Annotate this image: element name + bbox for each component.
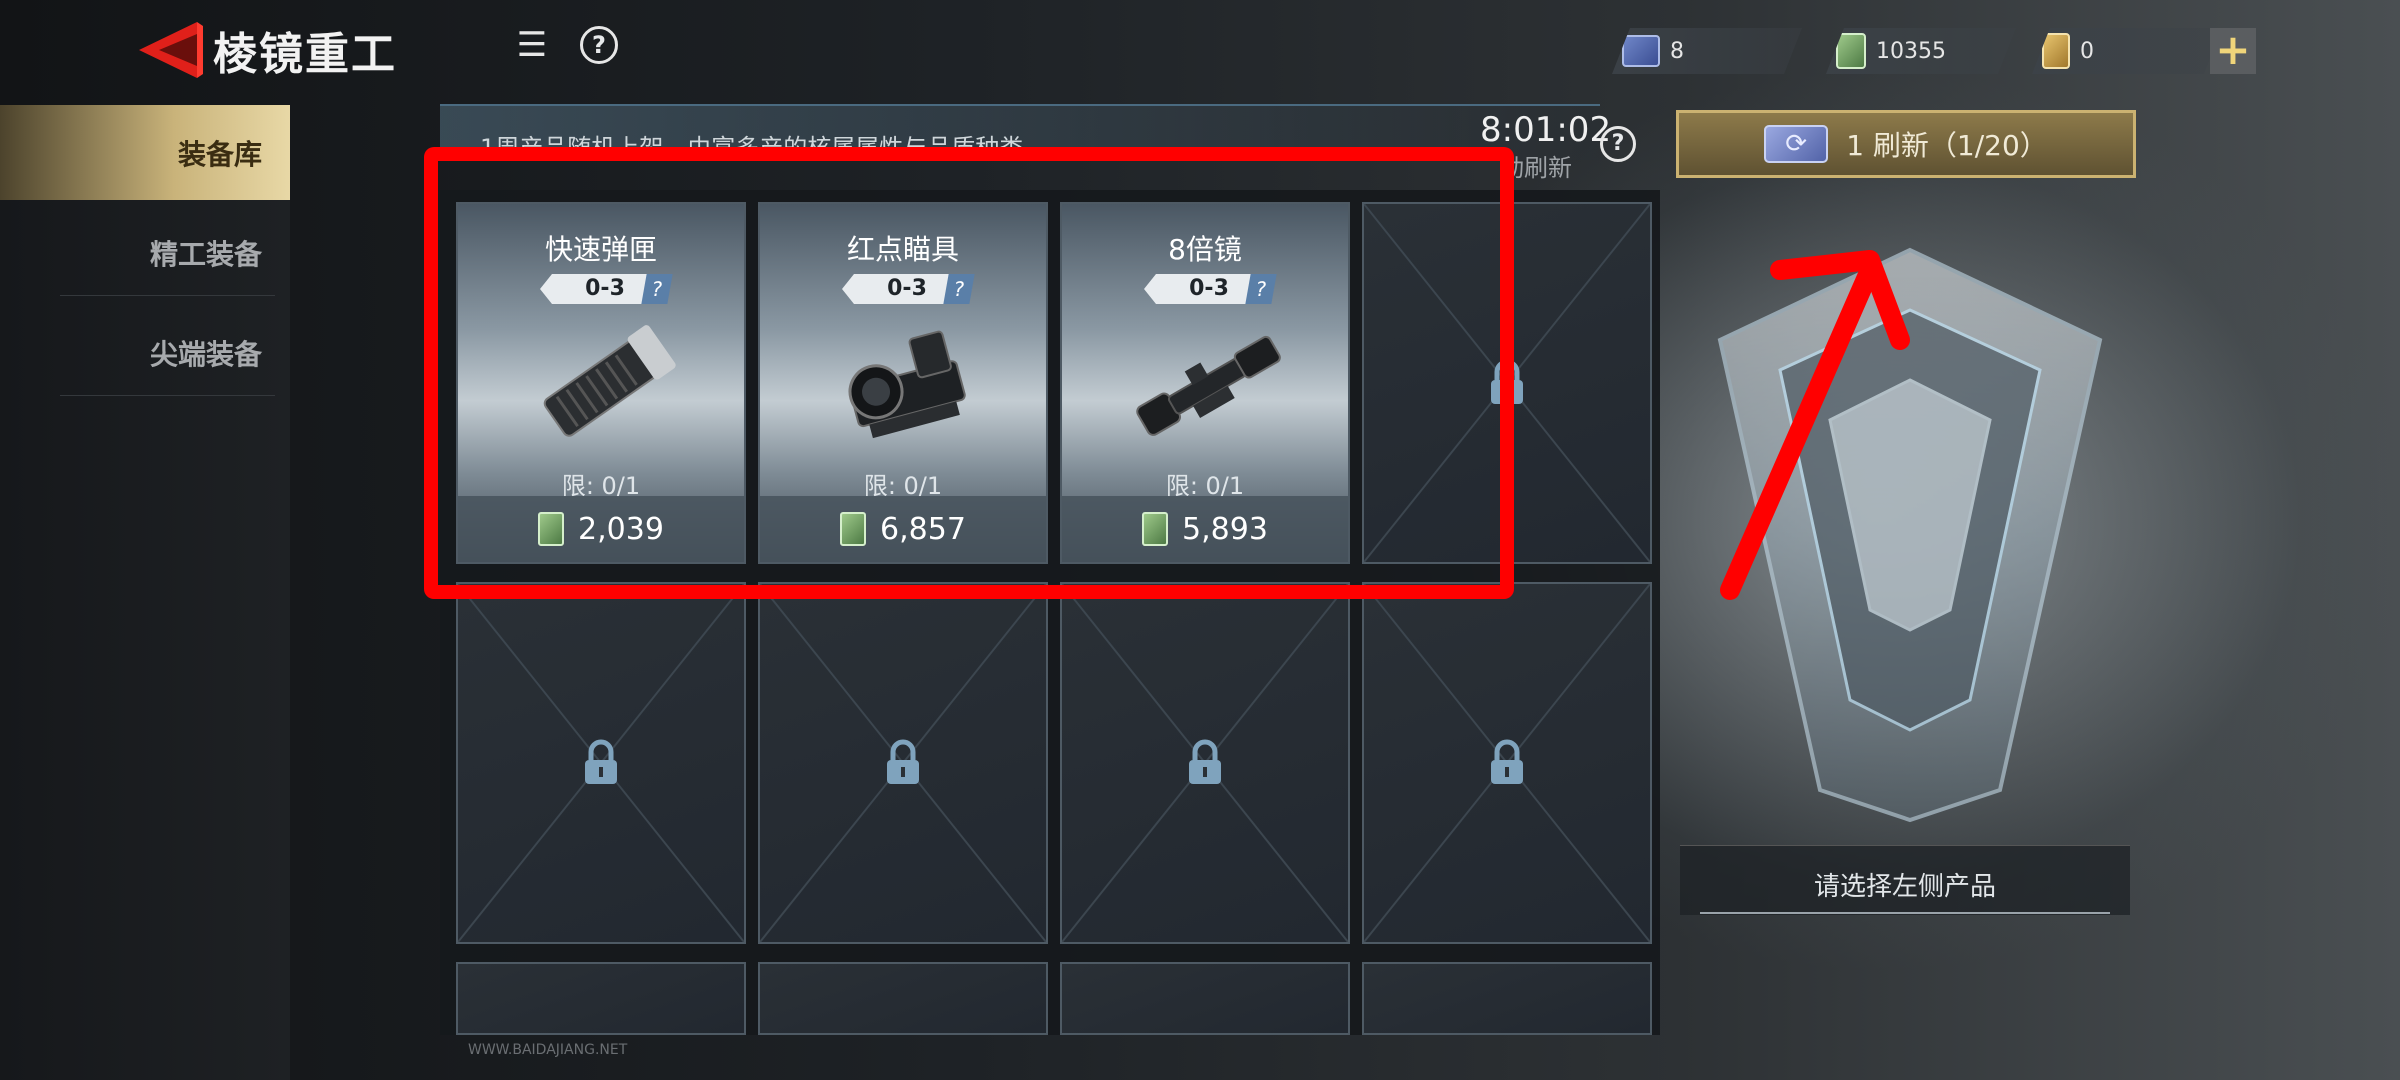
- locked-slot: [1362, 962, 1652, 1035]
- arrow-annotation-icon: [1720, 250, 1910, 600]
- locked-slot: [758, 582, 1048, 944]
- app-logo: 棱镜重工: [135, 18, 397, 82]
- app-title: 棱镜重工: [213, 29, 397, 80]
- add-currency-button[interactable]: +: [2210, 28, 2256, 74]
- prism-logo-icon: [135, 18, 205, 82]
- refresh-timer: 8:01:02: [1480, 110, 1612, 150]
- locked-slot: [1362, 582, 1652, 944]
- lock-icon: [585, 739, 617, 784]
- lock-icon: [1189, 739, 1221, 784]
- currency-cash-value: 10355: [1876, 38, 1946, 64]
- sidebar-item-armory[interactable]: 装备库: [0, 105, 290, 200]
- currency-gold-value: 0: [2080, 38, 2094, 64]
- refresh-button[interactable]: 1 刷新（1/20）: [1676, 110, 2136, 178]
- sidebar: 装备库 精工装备 尖端装备: [0, 105, 290, 1080]
- sidebar-item-label: 精工装备: [149, 237, 262, 271]
- select-product-prompt: 请选择左侧产品: [1813, 872, 1996, 902]
- watermark: WWW.BAIDAJIANG.NET: [468, 1042, 628, 1058]
- currency-ticket-value: 8: [1670, 38, 1684, 64]
- sidebar-item-advanced-gear[interactable]: 尖端装备: [0, 305, 290, 400]
- sidebar-item-label: 尖端装备: [149, 337, 262, 371]
- currency-gold: 0: [2032, 28, 2222, 74]
- locked-slot: [1060, 962, 1350, 1035]
- locked-slot: [456, 582, 746, 944]
- sidebar-divider: [60, 295, 275, 296]
- help-circle-icon[interactable]: ?: [580, 26, 618, 64]
- sidebar-item-label: 装备库: [177, 137, 262, 171]
- refresh-ticket-icon: [1622, 35, 1660, 67]
- cash-icon: [1836, 33, 1866, 69]
- sidebar-item-precision-gear[interactable]: 精工装备: [0, 205, 290, 300]
- sidebar-divider: [60, 395, 275, 396]
- lock-icon: [887, 739, 919, 784]
- detail-panel: 请选择左侧产品: [1680, 845, 2130, 915]
- currency-ticket: 8: [1612, 28, 1802, 74]
- locked-slot: [456, 962, 746, 1035]
- help-circle-icon[interactable]: ?: [1600, 126, 1636, 162]
- list-icon[interactable]: ☰: [515, 28, 549, 62]
- locked-slot: [758, 962, 1048, 1035]
- lock-icon: [1491, 739, 1523, 784]
- prompt-divider: [1700, 912, 2110, 914]
- locked-slot: [1060, 582, 1350, 944]
- highlight-box-annotation: [424, 147, 1514, 599]
- refresh-button-label: 1 刷新（1/20）: [1846, 129, 2048, 162]
- gold-voucher-icon: [2042, 33, 2070, 69]
- currency-cash: 10355: [1826, 28, 2016, 74]
- refresh-ticket-icon: [1764, 125, 1829, 163]
